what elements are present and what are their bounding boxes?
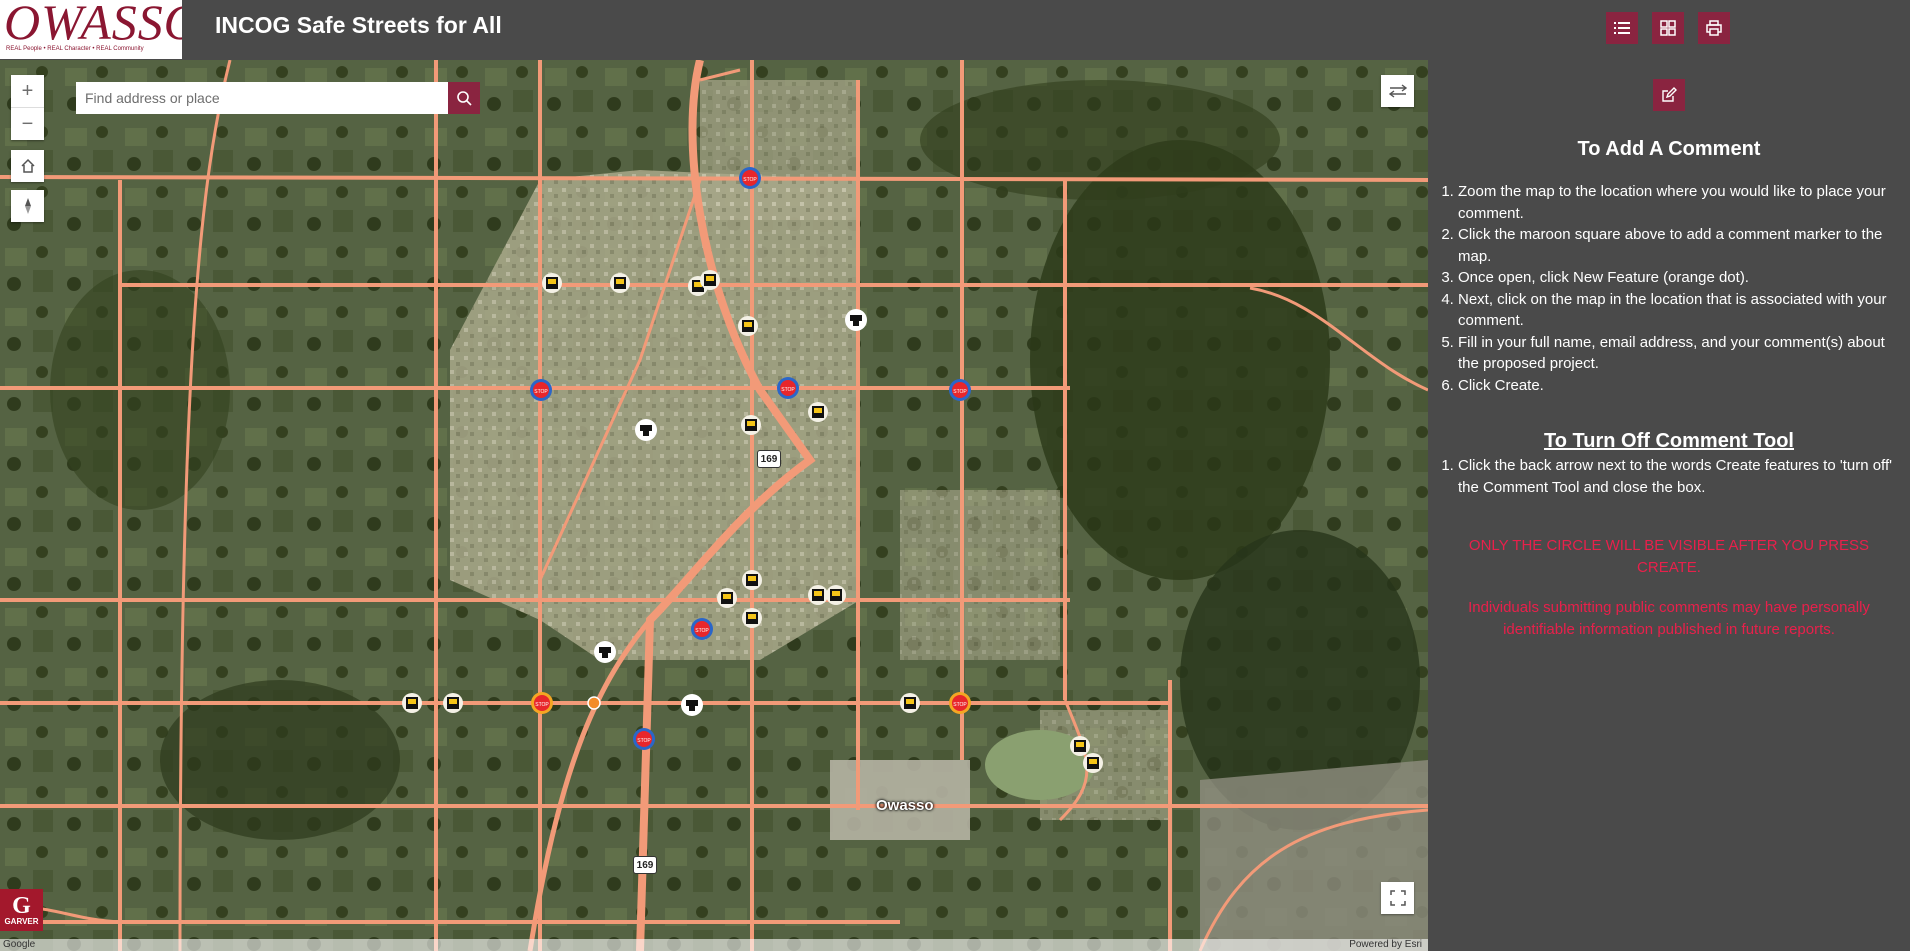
school-crossing-marker[interactable] xyxy=(610,273,630,293)
stop-sign-marker[interactable]: STOP xyxy=(739,167,761,189)
hazard-marker[interactable] xyxy=(681,694,703,716)
zoom-out-button[interactable]: − xyxy=(11,107,44,140)
stop-sign-marker[interactable]: STOP xyxy=(949,692,971,714)
turn-off-steps: Click the back arrow next to the words C… xyxy=(1438,455,1904,498)
attribution-bar: Google Powered by Esri xyxy=(0,939,1428,951)
add-comment-button[interactable] xyxy=(1653,79,1685,111)
school-crossing-marker[interactable] xyxy=(542,273,562,293)
compass-icon xyxy=(24,198,31,214)
grid-icon xyxy=(1660,20,1676,36)
logo-tagline: REAL People • REAL Character • REAL Comm… xyxy=(6,46,144,52)
turn-off-title: To Turn Off Comment Tool xyxy=(1544,430,1794,452)
new-feature-dot[interactable] xyxy=(587,696,601,710)
school-crossing-marker[interactable] xyxy=(443,693,463,713)
hazard-marker[interactable] xyxy=(845,309,867,331)
attribution-esri[interactable]: Powered by Esri xyxy=(1349,939,1422,950)
visibility-warning: ONLY THE CIRCLE WILL BE VISIBLE AFTER YO… xyxy=(1468,537,1870,576)
stop-sign-marker[interactable]: STOP xyxy=(691,618,713,640)
school-crossing-marker[interactable] xyxy=(900,693,920,713)
school-crossing-marker[interactable] xyxy=(742,608,762,628)
stop-sign-marker[interactable]: STOP xyxy=(531,692,553,714)
school-crossing-marker[interactable] xyxy=(808,402,828,422)
zoom-control: + − xyxy=(11,75,44,140)
hazard-marker[interactable] xyxy=(594,641,616,663)
stop-sign-marker[interactable]: STOP xyxy=(530,379,552,401)
add-comment-title: To Add A Comment xyxy=(1577,138,1761,160)
step-item: Zoom the map to the location where you w… xyxy=(1458,181,1904,224)
step-item: Once open, click New Feature (orange dot… xyxy=(1458,267,1904,289)
privacy-warning: Individuals submitting public comments m… xyxy=(1468,599,1870,638)
search-icon xyxy=(457,91,472,106)
stop-sign-marker[interactable]: STOP xyxy=(949,379,971,401)
step-item: Next, click on the map in the location t… xyxy=(1458,289,1904,332)
search-widget xyxy=(76,82,480,114)
edit-icon xyxy=(1662,87,1677,102)
stop-sign-marker[interactable]: STOP xyxy=(633,728,655,750)
app-header: OWASSO REAL People • REAL Character • RE… xyxy=(0,0,1910,61)
svg-text:STOP: STOP xyxy=(953,389,967,395)
basemap-button[interactable] xyxy=(1652,12,1684,44)
step-item: Click the back arrow next to the words C… xyxy=(1458,455,1904,498)
compass-button[interactable] xyxy=(11,190,44,222)
step-item: Click Create. xyxy=(1458,375,1904,397)
step-item: Click the maroon square above to add a c… xyxy=(1458,224,1904,267)
hazard-marker[interactable] xyxy=(635,419,657,441)
collapse-panel-button[interactable] xyxy=(1381,75,1414,107)
school-crossing-marker[interactable] xyxy=(1070,736,1090,756)
garver-logo: G GARVER xyxy=(0,889,43,931)
map-view[interactable]: 169 169 Owasso STOP STOP STOP STOP STOP … xyxy=(0,60,1428,951)
expand-arrows-icon xyxy=(1388,84,1407,98)
zoom-in-button[interactable]: + xyxy=(11,75,44,107)
school-crossing-marker[interactable] xyxy=(700,270,720,290)
svg-text:STOP: STOP xyxy=(534,389,548,395)
svg-text:STOP: STOP xyxy=(695,628,709,634)
search-button[interactable] xyxy=(448,82,480,114)
svg-text:STOP: STOP xyxy=(953,702,967,708)
list-icon xyxy=(1614,22,1630,34)
svg-text:STOP: STOP xyxy=(743,177,757,183)
add-comment-steps: Zoom the map to the location where you w… xyxy=(1438,181,1904,396)
home-icon xyxy=(20,158,35,173)
logo-wordmark: OWASSO xyxy=(4,0,182,50)
home-button[interactable] xyxy=(11,150,44,182)
fullscreen-button[interactable] xyxy=(1381,882,1414,914)
svg-text:STOP: STOP xyxy=(535,702,549,708)
step-item: Fill in your full name, email address, a… xyxy=(1458,332,1904,375)
print-button[interactable] xyxy=(1698,12,1730,44)
school-crossing-marker[interactable] xyxy=(1083,753,1103,773)
owasso-logo: OWASSO REAL People • REAL Character • RE… xyxy=(0,0,182,59)
school-crossing-marker[interactable] xyxy=(741,415,761,435)
app-title: INCOG Safe Streets for All xyxy=(215,12,502,38)
school-crossing-marker[interactable] xyxy=(717,588,737,608)
svg-text:STOP: STOP xyxy=(781,387,795,393)
fullscreen-icon xyxy=(1389,890,1406,906)
garver-logo-text: GARVER xyxy=(4,917,39,926)
print-icon xyxy=(1706,20,1722,36)
svg-text:STOP: STOP xyxy=(637,738,651,744)
comment-panel: To Add A Comment Zoom the map to the loc… xyxy=(1428,60,1910,951)
school-crossing-marker[interactable] xyxy=(808,585,828,605)
attribution-google: Google xyxy=(3,939,36,950)
map-markers-layer: STOP STOP STOP STOP STOP STOP STOP STOP xyxy=(402,167,1103,773)
school-crossing-marker[interactable] xyxy=(738,316,758,336)
search-input[interactable] xyxy=(76,82,448,114)
school-crossing-marker[interactable] xyxy=(826,585,846,605)
school-crossing-marker[interactable] xyxy=(742,570,762,590)
school-crossing-marker[interactable] xyxy=(402,693,422,713)
legend-button[interactable] xyxy=(1606,12,1638,44)
stop-sign-marker[interactable]: STOP xyxy=(777,377,799,399)
